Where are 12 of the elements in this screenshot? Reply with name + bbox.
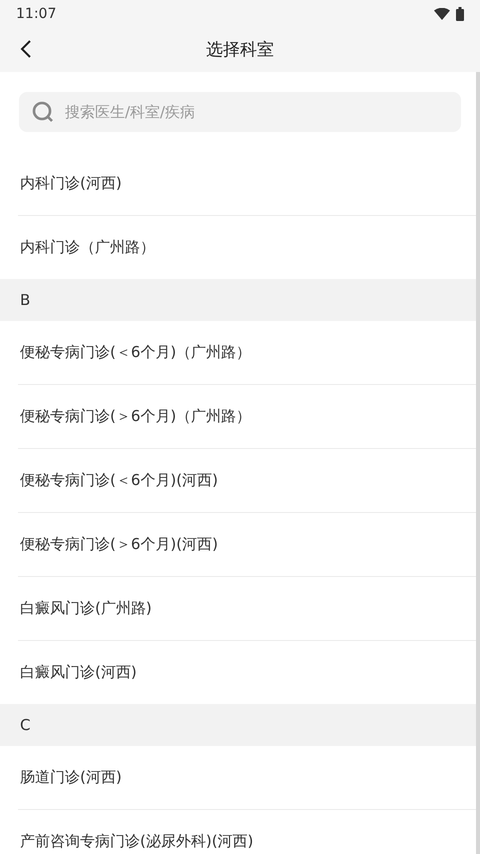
department-item[interactable]: 白癜风门诊(河西) <box>18 641 476 704</box>
status-time: 11:07 <box>16 6 56 22</box>
page-title: 选择科室 <box>206 39 274 61</box>
search-icon <box>32 101 54 123</box>
department-item[interactable]: 内科门诊（广州路） <box>18 216 476 279</box>
wifi-icon <box>434 8 450 20</box>
battery-icon <box>456 6 464 20</box>
department-item[interactable]: 产前咨询专病门诊(泌尿外科)(河西) <box>18 810 476 854</box>
chevron-left-icon <box>20 39 32 59</box>
section-header: B <box>0 279 476 321</box>
section-header: C <box>0 704 476 746</box>
search-field[interactable]: 搜索医生/科室/疾病 <box>19 92 461 132</box>
